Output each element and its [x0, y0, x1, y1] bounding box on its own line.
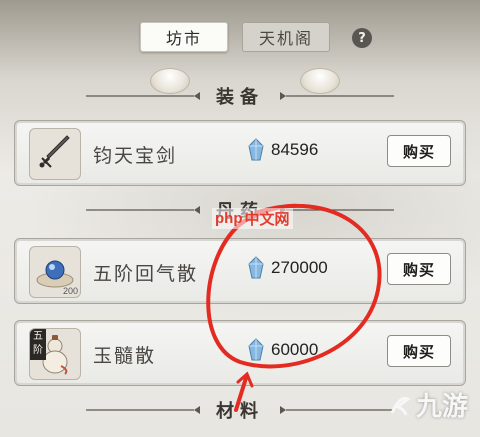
- price-value: 270000: [271, 258, 328, 277]
- jiuyou-logo-text: 九游: [416, 392, 469, 422]
- ornament-line-icon: [86, 92, 200, 100]
- ornament-line-icon: [280, 92, 394, 100]
- section-title: 装备: [216, 87, 264, 108]
- spirit-stone-icon: [248, 338, 264, 361]
- tab-tianji-pavilion[interactable]: 天机阁: [242, 22, 330, 52]
- shop-tabs: 坊市 天机阁: [140, 22, 330, 52]
- sword-icon: [39, 135, 70, 168]
- php-watermark: php 中文网: [212, 208, 293, 229]
- item-name: 钧天宝剑: [93, 145, 178, 167]
- shop-item-card: 五阶 玉髓散 60000 购买: [14, 320, 466, 386]
- ornament-line-icon: [86, 206, 200, 214]
- buy-button[interactable]: 购买: [387, 335, 451, 367]
- item-price: 84596: [247, 138, 318, 162]
- ornament-line-icon: [280, 406, 394, 414]
- item-quantity: 200: [62, 286, 78, 296]
- php-watermark-site: 中文网: [244, 211, 290, 228]
- item-price: 270000: [247, 256, 328, 280]
- item-icon-frame: 200: [29, 246, 81, 298]
- price-value: 60000: [271, 340, 319, 359]
- shop-item-card: 钧天宝剑 84596 购买: [14, 120, 466, 186]
- item-name: 五阶回气散: [93, 263, 199, 285]
- item-name: 玉髓散: [93, 345, 157, 367]
- buy-button[interactable]: 购买: [387, 135, 451, 167]
- php-watermark-text: php: [215, 210, 243, 227]
- shop-item-card: 200 五阶回气散 270000 购买: [14, 238, 466, 304]
- spirit-stone-icon: [248, 138, 264, 161]
- section-header-equipment: 装备: [0, 84, 480, 108]
- price-value: 84596: [271, 140, 319, 159]
- jiuyou-logo: 九游: [388, 386, 468, 423]
- item-rank-badge: 五阶: [30, 329, 46, 360]
- item-price: 60000: [247, 338, 318, 362]
- buy-button[interactable]: 购买: [387, 253, 451, 285]
- jiuyou-logo-icon: [390, 396, 411, 416]
- section-title: 材料: [216, 401, 264, 422]
- spirit-stone-icon: [248, 256, 264, 279]
- help-icon[interactable]: ?: [352, 28, 372, 48]
- tab-market[interactable]: 坊市: [140, 22, 228, 52]
- item-icon-frame: 五阶: [29, 328, 81, 380]
- item-icon-frame: [29, 128, 81, 180]
- ornament-line-icon: [86, 406, 200, 414]
